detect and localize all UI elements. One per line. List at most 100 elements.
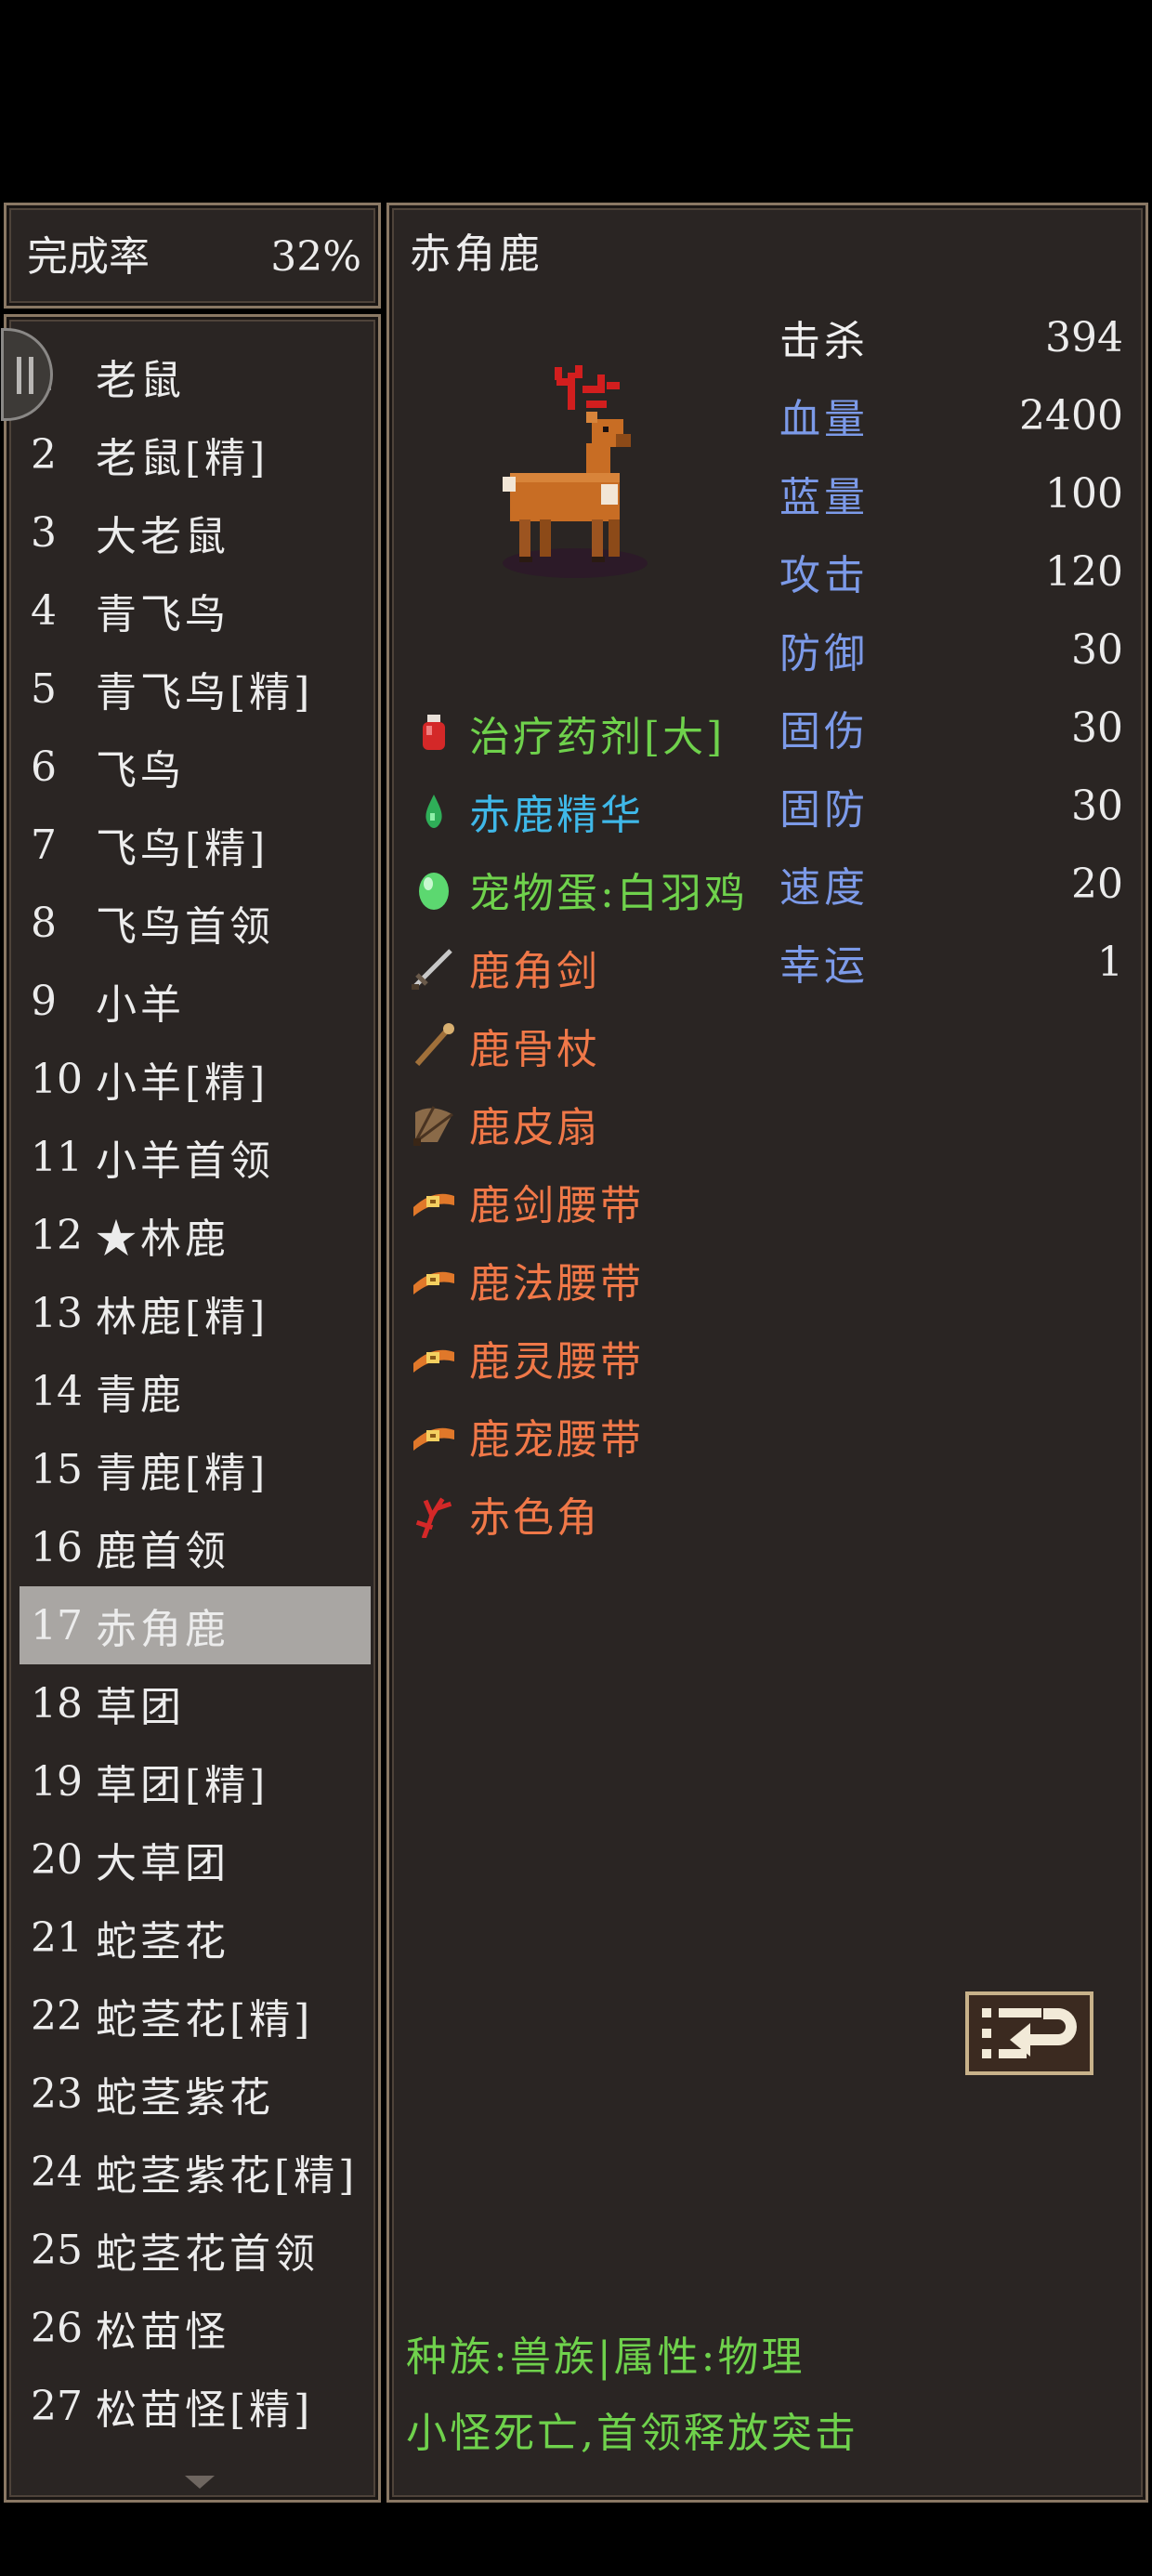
monster-item[interactable]: 4 青飞鸟 <box>20 572 371 650</box>
monster-number: 16 <box>31 1523 83 1571</box>
monster-item[interactable]: 20 大草团 <box>20 1820 371 1899</box>
monster-number: 23 <box>31 2070 83 2118</box>
monster-number: 18 <box>31 1679 83 1728</box>
drop-name: 鹿骨杖 <box>469 1026 600 1073</box>
monster-item[interactable]: 14 青鹿 <box>20 1352 371 1430</box>
monster-item[interactable]: 7 飞鸟[精] <box>20 806 371 884</box>
monster-name: 蛇茎花首领 <box>96 2230 319 2278</box>
monster-item[interactable]: 6 飞鸟 <box>20 728 371 806</box>
stat-value: 2400 <box>1019 391 1123 440</box>
monster-name: 飞鸟 <box>96 747 185 795</box>
monster-item[interactable]: 2 老鼠[精] <box>20 415 371 493</box>
drop-item[interactable]: 鹿皮扇 <box>408 1084 748 1163</box>
drop-item[interactable]: 赤鹿精华 <box>408 772 748 850</box>
monster-list[interactable]: 1老鼠2老鼠[精]3大老鼠4青飞鸟5青飞鸟[精]6飞鸟7飞鸟[精] 8 飞鸟首领 9小… <box>20 337 371 2445</box>
drop-item[interactable]: 鹿灵腰带 <box>408 1319 748 1397</box>
monster-number: 15 <box>31 1445 83 1493</box>
monster-list-panel[interactable]: 1老鼠2老鼠[精]3大老鼠4青飞鸟5青飞鸟[精]6飞鸟7飞鸟[精] 8 飞鸟首领 9小… <box>1 314 381 2503</box>
monster-number: 27 <box>31 2382 83 2430</box>
monster-item[interactable]: 25 蛇茎花首领 <box>20 2211 371 2289</box>
drop-name: 鹿灵腰带 <box>469 1338 644 1386</box>
monster-number: 17 <box>31 1601 83 1649</box>
monster-item[interactable]: 9 小羊 <box>20 962 371 1040</box>
monster-name: 青飞鸟 <box>96 591 229 638</box>
monster-name: ★林鹿 <box>96 1216 229 1263</box>
monster-item[interactable]: 15 青鹿[精] <box>20 1430 371 1508</box>
monster-item[interactable]: 24 蛇茎紫花[精] <box>20 2133 371 2211</box>
monster-name: 青鹿 <box>96 1372 185 1419</box>
stat-value: 20 <box>1071 860 1123 908</box>
belt-icon <box>408 1410 460 1462</box>
monster-item[interactable]: 16 鹿首领 <box>20 1508 371 1586</box>
monster-number: 2 <box>31 430 57 479</box>
belt-icon <box>408 1254 460 1306</box>
monster-name: 蛇茎紫花[精] <box>96 2152 359 2200</box>
monster-name: 赤角鹿 <box>96 1606 229 1653</box>
drop-item[interactable]: 鹿骨杖 <box>408 1006 748 1084</box>
monster-item[interactable]: 21 蛇茎花 <box>20 1899 371 1977</box>
monster-item[interactable]: 18 草团 <box>20 1664 371 1742</box>
monster-name: 老鼠 <box>96 357 185 404</box>
monster-item[interactable]: 10 小羊[精] <box>20 1040 371 1118</box>
monster-item[interactable]: 19 草团[精] <box>20 1742 371 1820</box>
monster-name: 松苗怪 <box>96 2308 229 2356</box>
drop-item[interactable]: 赤色角 <box>408 1475 748 1553</box>
monster-item[interactable]: 12 ★林鹿 <box>20 1196 371 1274</box>
monster-number: 7 <box>31 821 57 869</box>
drop-item[interactable]: 鹿剑腰带 <box>408 1163 748 1241</box>
race-attribute-line: 种族:兽族|属性:物理 <box>406 2333 805 2381</box>
monster-item[interactable]: 27 松苗怪[精] <box>20 2367 371 2445</box>
belt-icon <box>408 1332 460 1384</box>
monster-name: 蛇茎花 <box>96 1918 229 1965</box>
drops-list: 治疗药剂[大] 赤鹿精华宠物蛋:白羽鸡 鹿角剑鹿骨杖鹿皮扇鹿剑腰带鹿法腰带鹿灵腰带鹿… <box>408 694 748 1553</box>
monster-number: 21 <box>31 1913 83 1962</box>
stat-value: 30 <box>1071 782 1123 830</box>
monster-name: 草团[精] <box>96 1762 269 1809</box>
drop-item[interactable]: 鹿法腰带 <box>408 1241 748 1319</box>
monster-item[interactable]: 1老鼠 <box>20 337 371 415</box>
stat-row: 血量 2400 <box>779 376 1123 454</box>
monster-detail-panel: 赤角鹿 击杀 394 血量 2400 蓝量 100 攻击 120 防御 30 固… <box>386 203 1148 2503</box>
staff-icon <box>408 1019 460 1071</box>
drop-item[interactable]: 鹿宠腰带 <box>408 1397 748 1475</box>
drop-item[interactable]: 鹿角剑 <box>408 928 748 1006</box>
monster-name: 草团 <box>96 1684 185 1731</box>
monster-item[interactable]: 23 蛇茎紫花 <box>20 2055 371 2133</box>
monster-name: 鹿首领 <box>96 1528 229 1575</box>
monster-number: 10 <box>31 1055 83 1103</box>
drop-item[interactable]: 宠物蛋:白羽鸡 <box>408 850 748 928</box>
monster-name: 小羊 <box>96 981 185 1029</box>
stat-label: 防御 <box>779 630 869 677</box>
green-egg-icon <box>408 863 460 915</box>
monster-item[interactable]: 22 蛇茎花[精] <box>20 1977 371 2055</box>
monster-item[interactable]: 5 青飞鸟[精] <box>20 650 371 728</box>
drop-name: 鹿角剑 <box>469 948 600 995</box>
stat-label: 速度 <box>779 864 869 912</box>
monster-number: 13 <box>31 1289 83 1337</box>
monster-item[interactable]: 8 飞鸟首领 <box>20 884 371 962</box>
monster-item[interactable]: 26 松苗怪 <box>20 2289 371 2367</box>
monster-number: 24 <box>31 2148 83 2196</box>
drop-name: 鹿法腰带 <box>469 1260 644 1308</box>
monster-item-selected[interactable]: 17 赤角鹿 <box>20 1586 371 1664</box>
fan-icon <box>408 1097 460 1150</box>
stat-value: 30 <box>1071 703 1123 752</box>
monster-number: 5 <box>31 664 57 713</box>
stat-row: 击杀 394 <box>779 298 1123 376</box>
scroll-down-arrow-icon[interactable] <box>185 2476 215 2489</box>
drop-name: 宠物蛋:白羽鸡 <box>469 870 748 917</box>
monster-number: 12 <box>31 1211 83 1259</box>
monster-item[interactable]: 13 林鹿[精] <box>20 1274 371 1352</box>
return-button[interactable] <box>965 1991 1093 2075</box>
stat-label: 攻击 <box>779 552 869 599</box>
stat-value: 394 <box>1045 313 1123 361</box>
drop-item[interactable]: 治疗药剂[大] <box>408 694 748 772</box>
grip-icon <box>17 357 33 394</box>
monster-name: 飞鸟首领 <box>96 903 274 951</box>
monster-item[interactable]: 3 大老鼠 <box>20 493 371 572</box>
monster-number: 8 <box>31 899 57 947</box>
monster-item[interactable]: 11 小羊首领 <box>20 1118 371 1196</box>
stat-row: 幸运 1 <box>779 923 1123 1001</box>
skill-description-line: 小怪死亡,首领释放突击 <box>406 2410 858 2457</box>
drop-name: 鹿剑腰带 <box>469 1182 644 1229</box>
